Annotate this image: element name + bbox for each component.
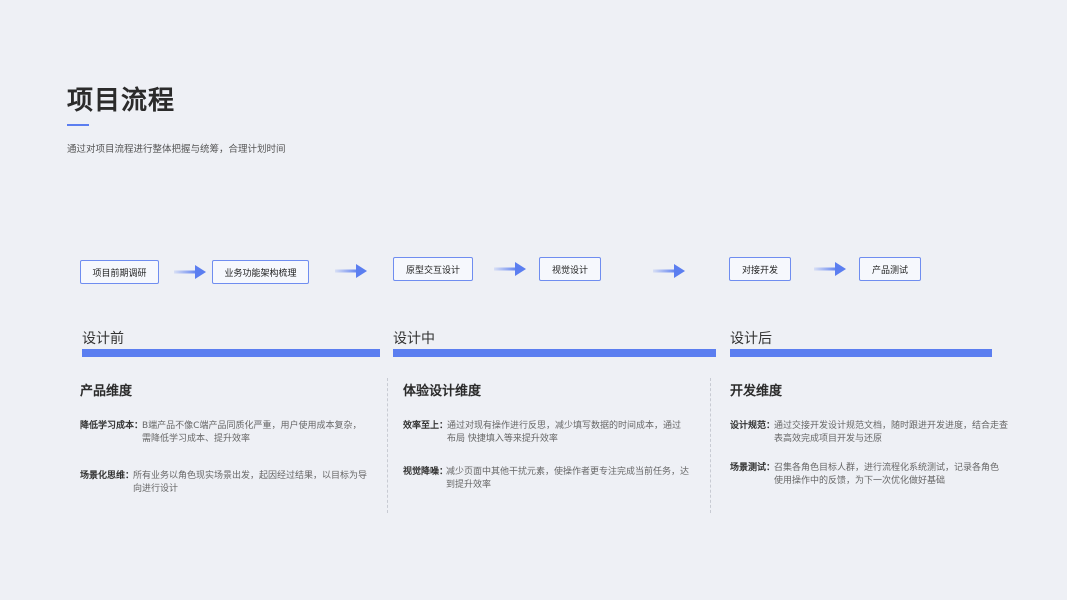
detail-text: 所有业务以角色现实场景出发，起因经过结果，以目标为导向进行设计 — [133, 471, 368, 494]
detail-key: 降低学习成本： — [80, 421, 144, 431]
arrow-icon — [653, 264, 685, 278]
column-divider — [387, 378, 388, 513]
detail-item: 设计规范： 通过交接开发设计规范文档，随时跟进开发进度，结合走查表高效完成项目开… — [730, 420, 1010, 446]
arrow-icon — [814, 262, 846, 276]
detail-item: 场景化思维： 所有业务以角色现实场景出发，起因经过结果，以目标为导向进行设计 — [80, 470, 370, 496]
flow-step-testing: 产品测试 — [859, 257, 921, 281]
detail-key: 场景测试： — [730, 463, 776, 473]
phase-label-after: 设计后 — [730, 331, 772, 347]
phase-label-during: 设计中 — [393, 331, 435, 347]
dimension-title-product: 产品维度 — [80, 384, 133, 399]
flow-step-architecture: 业务功能架构梳理 — [212, 260, 309, 284]
column-divider — [710, 378, 711, 513]
detail-item: 降低学习成本： B端产品不像C端产品同质化严重，用户使用成本复杂，需降低学习成本… — [80, 420, 370, 446]
arrow-icon — [174, 265, 206, 279]
detail-text: B端产品不像C端产品同质化严重，用户使用成本复杂，需降低学习成本、提升效率 — [142, 421, 362, 444]
phase-bar-after — [730, 349, 992, 357]
phase-bar-before — [82, 349, 380, 357]
detail-key: 效率至上： — [403, 421, 449, 431]
flow-step-visual: 视觉设计 — [539, 257, 601, 281]
flow-step-prototype: 原型交互设计 — [393, 257, 473, 281]
page-subtitle: 通过对项目流程进行整体把握与统筹，合理计划时间 — [67, 144, 286, 155]
dimension-title-experience: 体验设计维度 — [403, 384, 482, 399]
detail-key: 场景化思维： — [80, 471, 135, 481]
detail-text: 召集各角色目标人群，进行流程化系统测试，记录各角色使用操作中的反馈，为下一次优化… — [774, 463, 1000, 486]
detail-text: 减少页面中其他干扰元素，使操作者更专注完成当前任务，达到提升效率 — [446, 467, 690, 490]
phase-label-before: 设计前 — [82, 331, 124, 347]
flow-step-dev-handoff: 对接开发 — [729, 257, 791, 281]
detail-item: 视觉降噪： 减少页面中其他干扰元素，使操作者更专注完成当前任务，达到提升效率 — [403, 466, 691, 492]
phase-bar-during — [393, 349, 716, 357]
title-underline — [67, 124, 89, 126]
page-title: 项目流程 — [67, 86, 176, 116]
detail-item: 场景测试： 召集各角色目标人群，进行流程化系统测试，记录各角色使用操作中的反馈，… — [730, 462, 1000, 488]
arrow-icon — [494, 262, 526, 276]
arrow-icon — [335, 264, 367, 278]
detail-item: 效率至上： 通过对现有操作进行反思，减少填写数据的时间成本，通过布局 快捷填入等… — [403, 420, 683, 446]
detail-key: 视觉降噪： — [403, 467, 449, 477]
flow-step-research: 项目前期调研 — [80, 260, 159, 284]
detail-key: 设计规范： — [730, 421, 776, 431]
dimension-title-development: 开发维度 — [730, 384, 783, 399]
detail-text: 通过对现有操作进行反思，减少填写数据的时间成本，通过布局 快捷填入等来提升效率 — [447, 421, 682, 444]
detail-text: 通过交接开发设计规范文档，随时跟进开发进度，结合走查表高效完成项目开发与还原 — [774, 421, 1009, 444]
